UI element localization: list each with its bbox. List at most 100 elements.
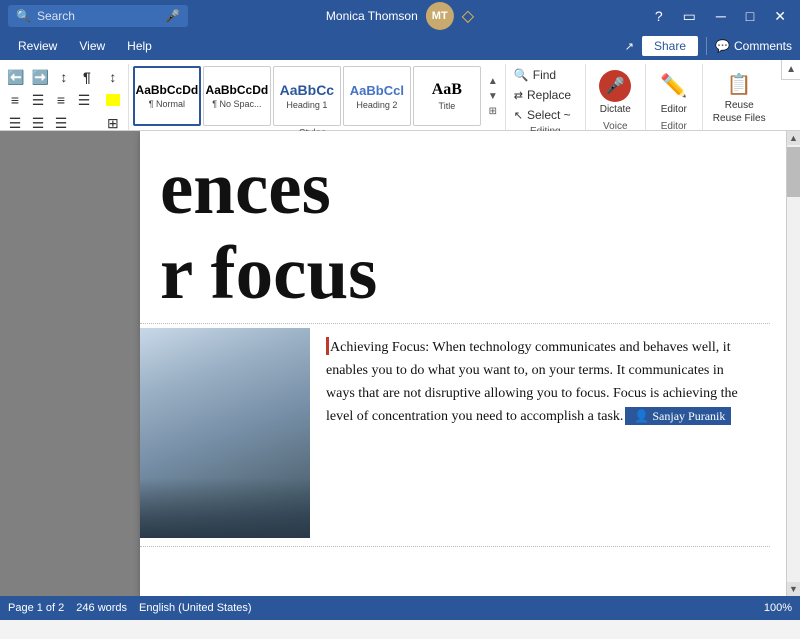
align-row: ≡ ☰ ≡ ☰ bbox=[4, 89, 98, 111]
search-box[interactable]: 🔍 🎤 bbox=[8, 5, 188, 27]
title-bar: 🔍 🎤 Monica Thomson MT ◇ ? ▭ ─ □ ✕ bbox=[0, 0, 800, 32]
paragraph-controls: ⬅️ ➡️ ↕ ¶ ≡ ☰ ≡ ☰ ☰ ☰ ☰ bbox=[4, 66, 124, 134]
menu-view[interactable]: View bbox=[69, 35, 115, 57]
styles-gallery: AaBbCcDd ¶ Normal AaBbCcDd ¶ No Spac... … bbox=[133, 66, 501, 126]
paragraph-buttons-col1: ⬅️ ➡️ ↕ ¶ ≡ ☰ ≡ ☰ ☰ ☰ ☰ bbox=[4, 66, 98, 134]
ribbon: ⬅️ ➡️ ↕ ¶ ≡ ☰ ≡ ☰ ☰ ☰ ☰ bbox=[0, 60, 800, 131]
replace-icon: ⇄ bbox=[514, 89, 523, 102]
help-button[interactable]: ? bbox=[649, 6, 669, 26]
scrollbar-thumb[interactable] bbox=[787, 147, 800, 197]
document-page: ences r focus Achieving Focus: When tech… bbox=[140, 131, 800, 596]
find-button[interactable]: 🔍 Find bbox=[510, 66, 560, 84]
indent-row-1: ⬅️ ➡️ ↕ ¶ bbox=[4, 66, 98, 88]
menu-help[interactable]: Help bbox=[117, 35, 162, 57]
menu-bar-right: ↗ Share 💬 Comments bbox=[625, 36, 792, 56]
scroll-down-button[interactable]: ▼ bbox=[787, 582, 800, 596]
title-bar-left: 🔍 🎤 bbox=[8, 5, 188, 27]
minimize-button[interactable]: ─ bbox=[710, 6, 732, 26]
style-normal-preview: AaBbCcDd bbox=[136, 83, 199, 97]
styles-scroll-down[interactable]: ▼ bbox=[485, 90, 501, 103]
divider bbox=[706, 37, 707, 55]
close-button[interactable]: ✕ bbox=[768, 6, 792, 27]
editing-controls: 🔍 Find ⇄ Replace ↖ Select ~ bbox=[510, 66, 581, 124]
maximize-button[interactable]: □ bbox=[740, 6, 760, 26]
styles-scroll-up[interactable]: ▲ bbox=[485, 75, 501, 88]
filename-label: Monica Thomson bbox=[326, 9, 418, 23]
left-margin bbox=[0, 131, 140, 596]
ribbon-display-button[interactable]: ▭ bbox=[677, 6, 702, 27]
reuse-icon: 📋 bbox=[725, 70, 753, 98]
style-heading2[interactable]: AaBbCcl Heading 2 bbox=[343, 66, 411, 126]
select-icon: ↖ bbox=[514, 109, 523, 122]
style-title[interactable]: AaB Title bbox=[413, 66, 481, 126]
increase-indent-button[interactable]: ➡️ bbox=[28, 66, 51, 88]
scrollbar: ▲ ▼ bbox=[786, 131, 800, 596]
decrease-indent-button[interactable]: ⬅️ bbox=[4, 66, 27, 88]
show-formatting-button[interactable]: ¶ bbox=[76, 66, 98, 88]
reuse-files-group: 📋 Reuse Reuse Files bbox=[703, 64, 776, 130]
text-cursor bbox=[326, 337, 329, 355]
align-right-button[interactable]: ≡ bbox=[50, 89, 72, 111]
style-nospacing-name: ¶ No Spac... bbox=[212, 99, 261, 109]
image-overlay bbox=[140, 478, 310, 538]
page-info: Page 1 of 2 bbox=[8, 602, 64, 614]
document-area: ences r focus Achieving Focus: When tech… bbox=[0, 131, 800, 596]
ribbon-main: ⬅️ ➡️ ↕ ¶ ≡ ☰ ≡ ☰ ☰ ☰ ☰ bbox=[0, 60, 800, 130]
menu-review[interactable]: Review bbox=[8, 35, 67, 57]
style-heading2-name: Heading 2 bbox=[356, 100, 397, 110]
paragraph-buttons-col2: ↕ ⊞ bbox=[102, 66, 124, 134]
styles-group: AaBbCcDd ¶ Normal AaBbCcDd ¶ No Spac... … bbox=[129, 64, 506, 130]
heading-line-1: ences bbox=[150, 151, 800, 226]
style-heading1[interactable]: AaBbCc Heading 1 bbox=[273, 66, 341, 126]
search-input[interactable] bbox=[37, 9, 157, 23]
styles-scroll: ▲ ▼ ⊞ bbox=[485, 75, 501, 118]
comment-icon: 💬 bbox=[715, 39, 730, 53]
reuse-label-top: Reuse bbox=[725, 100, 754, 111]
select-button[interactable]: ↖ Select ~ bbox=[510, 106, 575, 124]
style-normal[interactable]: AaBbCcDd ¶ Normal bbox=[133, 66, 201, 126]
editor-icon: ✏️ bbox=[658, 70, 690, 102]
title-bar-controls: ? ▭ ─ □ ✕ bbox=[649, 6, 792, 27]
style-heading1-name: Heading 1 bbox=[286, 100, 327, 110]
reuse-files-button[interactable]: 📋 Reuse Reuse Files bbox=[707, 66, 772, 128]
voice-controls: 🎤 Dictate bbox=[591, 66, 639, 119]
styles-expand[interactable]: ⊞ bbox=[485, 105, 501, 118]
reuse-label-bottom: Reuse Files bbox=[713, 113, 766, 124]
style-title-preview: AaB bbox=[432, 81, 462, 99]
title-bar-center: Monica Thomson MT ◇ bbox=[326, 2, 474, 30]
voice-group: 🎤 Dictate Voice bbox=[586, 64, 646, 130]
find-icon: 🔍 bbox=[514, 68, 529, 82]
share-icon: ↗ bbox=[625, 40, 634, 53]
line-spacing-button[interactable]: ↕ bbox=[102, 66, 124, 88]
diamond-icon: ◇ bbox=[462, 6, 474, 26]
body-section: Achieving Focus: When technology communi… bbox=[140, 328, 800, 538]
editor-button[interactable]: ✏️ Editor bbox=[650, 66, 698, 119]
microphone-icon: 🎤 bbox=[165, 9, 180, 23]
align-left-button[interactable]: ≡ bbox=[4, 89, 26, 111]
style-heading1-preview: AaBbCc bbox=[280, 82, 334, 98]
heading-area: ences r focus bbox=[140, 151, 800, 311]
editor-controls: ✏️ Editor bbox=[650, 66, 698, 119]
editing-group: 🔍 Find ⇄ Replace ↖ Select ~ Editing bbox=[506, 64, 586, 130]
justify-button[interactable]: ☰ bbox=[73, 89, 95, 111]
dictate-icon: 🎤 bbox=[599, 70, 631, 102]
reuse-controls: 📋 Reuse Reuse Files bbox=[707, 66, 772, 128]
scrollbar-track bbox=[787, 197, 800, 582]
ribbon-collapse-button[interactable]: ▲ bbox=[781, 60, 800, 80]
scroll-up-button[interactable]: ▲ bbox=[787, 131, 800, 145]
share-button[interactable]: Share bbox=[642, 36, 698, 56]
dotted-line-top bbox=[140, 323, 770, 324]
status-bar: Page 1 of 2 246 words English (United St… bbox=[0, 596, 800, 620]
sort-button[interactable]: ↕ bbox=[53, 66, 75, 88]
word-count: 246 words bbox=[76, 602, 127, 614]
editor-group: ✏️ Editor Editor bbox=[646, 64, 703, 130]
dictate-button[interactable]: 🎤 Dictate bbox=[591, 66, 639, 119]
editor-label: Editor bbox=[661, 104, 687, 115]
comments-button[interactable]: 💬 Comments bbox=[715, 39, 792, 53]
shading-button[interactable] bbox=[102, 89, 124, 111]
align-center-button[interactable]: ☰ bbox=[27, 89, 49, 111]
replace-button[interactable]: ⇄ Replace bbox=[510, 86, 575, 104]
style-no-spacing[interactable]: AaBbCcDd ¶ No Spac... bbox=[203, 66, 271, 126]
avatar[interactable]: MT bbox=[426, 2, 454, 30]
comment-author: Sanjay Puranik bbox=[652, 409, 725, 423]
